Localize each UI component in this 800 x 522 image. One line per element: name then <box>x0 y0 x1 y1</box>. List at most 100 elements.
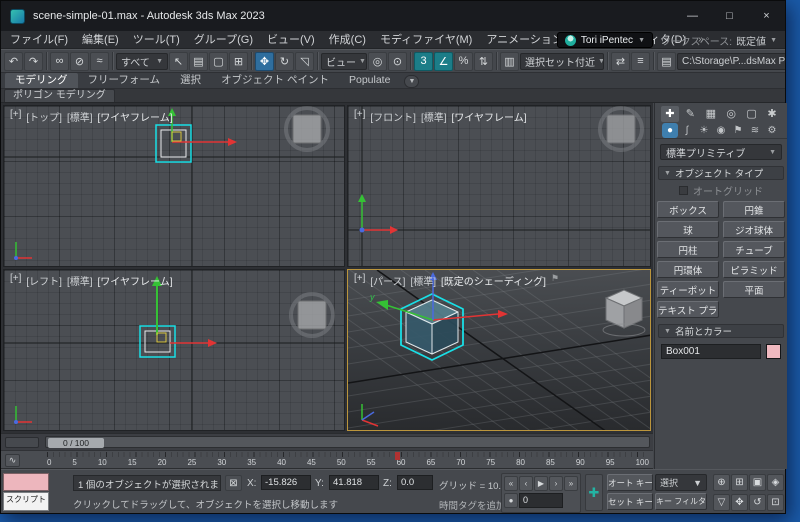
ribbon-tab-freeform[interactable]: フリーフォーム <box>78 73 171 88</box>
select-and-manipulate-button[interactable]: ⊙ <box>388 52 407 71</box>
viewport-pov-menu[interactable]: [パース] <box>370 273 405 288</box>
ribbon-tab-object-paint[interactable]: オブジェクト ペイント <box>211 73 339 88</box>
viewport-shading-menu[interactable]: [ワイヤフレーム] <box>452 109 527 124</box>
window-crossing-button[interactable]: ⊞ <box>229 52 248 71</box>
viewport-shading-menu[interactable]: [ワイヤフレーム] <box>98 273 173 288</box>
ribbon-tab-selection[interactable]: 選択 <box>170 73 211 88</box>
timeline-options-button[interactable] <box>5 437 39 448</box>
region-select-button[interactable]: ▢ <box>209 52 228 71</box>
viewport-general-menu[interactable]: [+] <box>10 273 21 288</box>
key-mode-button[interactable]: ● <box>504 493 518 508</box>
primitive-cylinder-button[interactable]: 円柱 <box>657 241 719 258</box>
viewport-standard-menu[interactable]: [標準] <box>421 109 447 124</box>
zoom-all-button[interactable]: ⊞ <box>731 474 748 491</box>
geometry-category-button[interactable]: ● <box>662 123 678 138</box>
time-slider-track[interactable]: 0 / 100 <box>45 436 650 448</box>
box001-object[interactable] <box>401 294 463 360</box>
viewport-general-menu[interactable]: [+] <box>354 273 365 288</box>
menu-edit[interactable]: 編集(E) <box>75 31 126 49</box>
hierarchy-tab[interactable]: ▦ <box>702 106 720 122</box>
go-to-end-button[interactable]: » <box>564 476 578 491</box>
move-gizmo[interactable] <box>168 108 237 146</box>
angle-snap-button[interactable]: ∠ <box>434 52 453 71</box>
ribbon-config-button[interactable]: ▼ <box>404 75 419 88</box>
orbit-button[interactable]: ↺ <box>749 494 766 511</box>
name-color-rollout-header[interactable]: ▼ 名前とカラー <box>658 324 784 338</box>
time-slider-handle[interactable]: 0 / 100 <box>48 438 104 448</box>
viewport-shading-menu[interactable]: [ワイヤフレーム] <box>98 109 173 124</box>
primitive-teapot-button[interactable]: ティーポット <box>657 281 719 298</box>
menu-group[interactable]: グループ(G) <box>187 31 260 49</box>
primitive-tube-button[interactable]: チューブ <box>723 241 785 258</box>
snap-toggle-button[interactable]: 3 <box>414 52 433 71</box>
box001-object[interactable] <box>156 125 191 162</box>
mirror-button[interactable]: ⇄ <box>611 52 630 71</box>
menu-file[interactable]: ファイル(F) <box>3 31 75 49</box>
view-cube[interactable] <box>286 108 328 150</box>
select-and-link-button[interactable]: ∞ <box>50 52 69 71</box>
viewport-settings-flag-icon[interactable]: ⚑ <box>551 273 559 288</box>
spinner-snap-button[interactable]: ⇅ <box>474 52 493 71</box>
next-frame-button[interactable]: › <box>549 476 563 491</box>
primitive-textplus-button[interactable]: テキスト プラス <box>657 301 719 318</box>
select-and-move-button[interactable]: ✥ <box>255 52 274 71</box>
viewport-pov-menu[interactable]: [レフト] <box>26 273 62 288</box>
primitive-category-dropdown[interactable]: 標準プリミティブ ▼ <box>660 144 782 160</box>
z-coordinate-field[interactable]: 0.0 <box>397 475 433 490</box>
selected-set-dropdown[interactable]: 選択 ▼ <box>655 474 707 491</box>
view-cube[interactable] <box>600 108 642 150</box>
motion-tab[interactable]: ◎ <box>722 106 740 122</box>
field-of-view-button[interactable]: ▽ <box>713 494 730 511</box>
space-warps-category-button[interactable]: ≋ <box>747 123 763 138</box>
maximize-button[interactable]: □ <box>711 1 748 31</box>
primitive-cone-button[interactable]: 円錐 <box>723 201 785 218</box>
maximize-viewport-button[interactable]: ⊡ <box>767 494 784 511</box>
select-object-button[interactable]: ↖ <box>169 52 188 71</box>
set-key-button[interactable]: セット キー <box>607 493 653 510</box>
menu-views[interactable]: ビュー(V) <box>260 31 322 49</box>
primitive-plane-button[interactable]: 平面 <box>723 281 785 298</box>
percent-snap-button[interactable]: % <box>454 52 473 71</box>
primitive-geosphere-button[interactable]: ジオ球体 <box>723 221 785 238</box>
viewport-general-menu[interactable]: [+] <box>354 109 365 124</box>
view-cube[interactable] <box>291 294 333 336</box>
maxscript-mini-listener[interactable]: スクリプト ミニ リス <box>3 492 49 511</box>
primitive-box-button[interactable]: ボックス <box>657 201 719 218</box>
unlink-selection-button[interactable]: ⊘ <box>70 52 89 71</box>
menu-tools[interactable]: ツール(T) <box>126 31 187 49</box>
front-viewport[interactable]: [+] [フロント] [標準] [ワイヤフレーム] <box>347 105 651 267</box>
shapes-category-button[interactable]: ∫ <box>679 123 695 138</box>
viewport-standard-menu[interactable]: [標準] <box>410 273 436 288</box>
viewport-pov-menu[interactable]: [トップ] <box>26 109 62 124</box>
menu-modifiers[interactable]: モディファイヤ(M) <box>373 31 479 49</box>
track-bar[interactable]: ∿ 0510 152025 303540 455055 606570 75808… <box>1 450 653 469</box>
cameras-category-button[interactable]: ◉ <box>713 123 729 138</box>
bind-to-space-warp-button[interactable]: ≈ <box>90 52 109 71</box>
object-color-swatch[interactable] <box>766 344 781 359</box>
utilities-tab[interactable]: ✱ <box>763 106 781 122</box>
zoom-extents-all-button[interactable]: ◈ <box>767 474 784 491</box>
x-coordinate-field[interactable]: -15.826 <box>261 475 311 490</box>
autogrid-checkbox[interactable] <box>679 186 688 195</box>
perspective-viewport[interactable]: [+] [パース] [標準] [既定のシェーディング] ⚑ <box>347 269 651 431</box>
select-and-rotate-button[interactable]: ↻ <box>275 52 294 71</box>
create-tab[interactable]: ✚ <box>661 106 679 122</box>
object-name-input[interactable]: Box001 <box>661 344 761 359</box>
use-pivot-center-button[interactable]: ◎ <box>368 52 387 71</box>
previous-frame-button[interactable]: ‹ <box>519 476 533 491</box>
go-to-start-button[interactable]: « <box>504 476 518 491</box>
top-viewport[interactable]: [+] [トップ] [標準] [ワイヤフレーム] <box>3 105 345 267</box>
selection-lock-button[interactable]: ⊠ <box>225 475 242 491</box>
key-filters-button[interactable]: キー フィルタ... <box>655 493 707 510</box>
macro-recorder-field[interactable] <box>3 473 49 491</box>
y-coordinate-field[interactable]: 41.818 <box>329 475 379 490</box>
minimize-button[interactable]: — <box>674 1 711 31</box>
viewport-pov-menu[interactable]: [フロント] <box>370 109 416 124</box>
helpers-category-button[interactable]: ⚑ <box>730 123 746 138</box>
viewport-standard-menu[interactable]: [標準] <box>67 109 93 124</box>
mini-curve-editor-button[interactable]: ∿ <box>5 454 20 467</box>
select-and-scale-button[interactable]: ◹ <box>295 52 314 71</box>
edit-named-sets-button[interactable]: ▥ <box>500 52 519 71</box>
set-keys-button[interactable]: ✚ <box>585 474 603 511</box>
modify-tab[interactable]: ✎ <box>681 106 699 122</box>
